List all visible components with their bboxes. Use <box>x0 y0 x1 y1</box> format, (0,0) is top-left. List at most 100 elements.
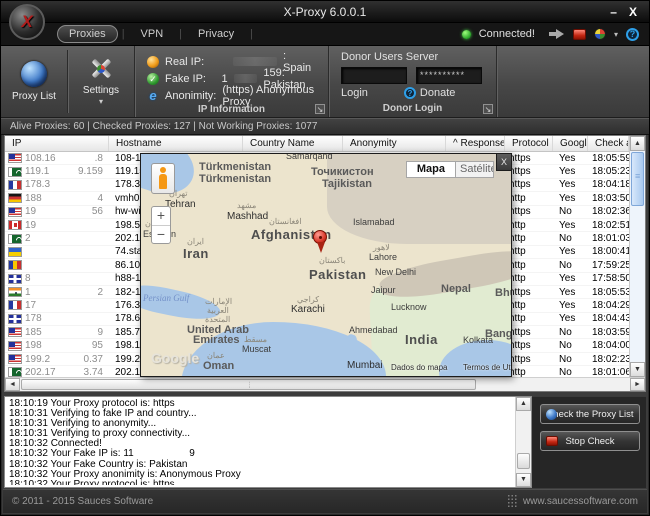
pegman-control[interactable] <box>151 163 175 194</box>
protocol-cell: http <box>505 300 553 311</box>
ip-information-expand-icon[interactable]: ↘ <box>315 104 325 114</box>
table-horizontal-scrollbar[interactable]: ◄ ► <box>5 377 645 391</box>
ip-prefix: 185 <box>25 327 42 338</box>
check-at-cell: 18:02:23 <box>588 354 629 365</box>
map-label: Türkmenistan <box>199 174 271 185</box>
scroll-right-arrow-icon[interactable]: ► <box>630 378 645 391</box>
tab-privacy[interactable]: Privacy <box>186 25 246 43</box>
log-line: 18:10:32 Your Proxy protocol is: https <box>9 480 513 485</box>
country-flag-icon <box>8 220 22 230</box>
scroll-left-arrow-icon[interactable]: ◄ <box>5 378 20 391</box>
donor-login-label: Login <box>341 87 368 99</box>
map-label: Termos de Utilização <box>463 364 512 372</box>
ip-suffix: 9.159 <box>78 166 103 177</box>
google-cell: Yes <box>553 166 588 177</box>
check-at-cell: 17:59:25 <box>588 260 629 271</box>
scroll-down-arrow-icon[interactable]: ▼ <box>630 362 645 377</box>
minimize-button[interactable]: – <box>610 5 617 19</box>
stop-check-icon <box>546 436 558 446</box>
column-header[interactable]: Protocol <box>505 136 553 151</box>
log-scroll-up-icon[interactable]: ▲ <box>516 397 531 411</box>
check-at-cell: 18:04:00 <box>588 340 629 351</box>
log-scrollbar[interactable]: ▲ ▼ <box>515 397 531 487</box>
map-type-map-button[interactable]: Mapa <box>406 161 456 178</box>
website-link[interactable]: www.saucessoftware.com <box>523 496 638 507</box>
check-at-cell: 18:05:53 <box>588 287 629 298</box>
donate-label[interactable]: Donate <box>420 87 455 99</box>
stop-icon[interactable] <box>573 29 586 40</box>
column-header[interactable]: Anonymity <box>343 136 446 151</box>
vertical-scroll-thumb[interactable] <box>631 152 644 206</box>
ip-prefix: 8 <box>25 273 31 284</box>
theme-dropdown-caret-icon[interactable]: ▾ <box>614 30 618 39</box>
column-header[interactable]: Hostname <box>109 136 243 151</box>
map-label: Bhu <box>495 288 512 299</box>
log-panel[interactable]: 18:10:19 Your Proxy protocol is: https18… <box>4 396 532 488</box>
column-header[interactable]: IP <box>5 136 109 151</box>
country-flag-icon <box>8 260 22 270</box>
column-header[interactable]: Country Name <box>243 136 343 151</box>
donor-login-expand-icon[interactable]: ↘ <box>483 104 493 114</box>
settings-caret-icon: ▾ <box>99 97 103 106</box>
map-label: Google <box>151 351 199 365</box>
tab-vpn[interactable]: VPN <box>129 25 176 43</box>
ip-prefix: 178 <box>25 313 42 324</box>
column-header[interactable]: ^ Response ... <box>446 136 505 151</box>
donate-help-icon[interactable]: ? <box>404 87 416 99</box>
column-header[interactable]: Check at <box>588 136 629 151</box>
map-close-button[interactable]: X <box>496 154 511 171</box>
theme-palette-icon[interactable] <box>594 28 606 40</box>
connected-status-label: Connected! <box>479 28 535 40</box>
log-scroll-thumb[interactable] <box>517 453 530 469</box>
stop-check-button[interactable]: Stop Check <box>540 431 640 451</box>
protocol-cell: http <box>505 260 553 271</box>
map-location-marker[interactable] <box>313 230 327 253</box>
protocol-cell: http <box>505 313 553 324</box>
go-arrow-icon[interactable] <box>549 29 565 39</box>
map-label: Muscat <box>242 345 271 354</box>
google-cell: No <box>553 206 588 217</box>
ip-suffix: 2 <box>97 287 103 298</box>
zoom-out-button[interactable]: − <box>152 225 170 243</box>
map-label: Lucknow <box>391 303 427 312</box>
log-scroll-down-icon[interactable]: ▼ <box>516 473 531 487</box>
tab-proxies[interactable]: Proxies <box>57 25 118 43</box>
donor-login-group-label: Donor Login <box>329 103 496 117</box>
real-ip-redacted <box>233 57 277 66</box>
country-flag-icon <box>8 341 22 351</box>
map-label: Emirates <box>193 335 239 346</box>
zoom-in-button[interactable]: + <box>152 207 170 225</box>
proxy-list-button[interactable]: Proxy List <box>1 46 67 117</box>
google-cell: Yes <box>553 246 588 257</box>
scroll-up-arrow-icon[interactable]: ▲ <box>630 136 645 151</box>
fake-ip-redacted <box>234 74 258 83</box>
map-label: Persian Gulf <box>143 294 189 303</box>
country-flag-icon <box>8 247 22 257</box>
country-flag-icon <box>8 180 22 190</box>
check-at-cell: 17:58:50 <box>588 273 629 284</box>
table-vertical-scrollbar[interactable]: ▲ ▼ <box>629 136 645 377</box>
title-bar[interactable]: X X-Proxy 6.0.0.1 – X <box>1 1 649 23</box>
map-type-satellite-button[interactable]: Satélite <box>456 161 494 178</box>
map-label: Lahore <box>369 253 397 262</box>
google-cell: Yes <box>553 179 588 190</box>
resize-grip[interactable] <box>507 494 518 509</box>
settings-button[interactable]: Settings ▾ <box>68 46 134 117</box>
column-header[interactable]: Google <box>553 136 588 151</box>
footer-bar: © 2011 - 2015 Sauces Software www.sauces… <box>3 489 647 513</box>
horizontal-scroll-thumb[interactable] <box>21 379 476 390</box>
donor-password-input[interactable]: ********** <box>416 67 482 84</box>
help-icon[interactable]: ? <box>626 28 639 41</box>
tab-bar: Proxies | VPN | Privacy | Connected! ▾ ? <box>1 23 649 46</box>
map-popup[interactable]: + − Mapa Satélite X SamarqandTürkmenista… <box>140 153 512 377</box>
map-label: Karachi <box>291 305 325 315</box>
map-label: Mumbai <box>347 361 383 371</box>
donor-login-input[interactable] <box>341 67 407 84</box>
close-button[interactable]: X <box>629 5 637 19</box>
check-at-cell: 18:03:59 <box>588 327 629 338</box>
map-zoom-control[interactable]: + − <box>151 206 171 244</box>
real-ip-icon <box>147 56 159 68</box>
map-label: كراجي <box>297 296 319 304</box>
check-proxy-list-button[interactable]: Check the Proxy List <box>540 404 640 424</box>
ribbon-group-ip-information: Real IP: : Spain ✓ Fake IP: 1 159: Pakis… <box>135 46 329 117</box>
